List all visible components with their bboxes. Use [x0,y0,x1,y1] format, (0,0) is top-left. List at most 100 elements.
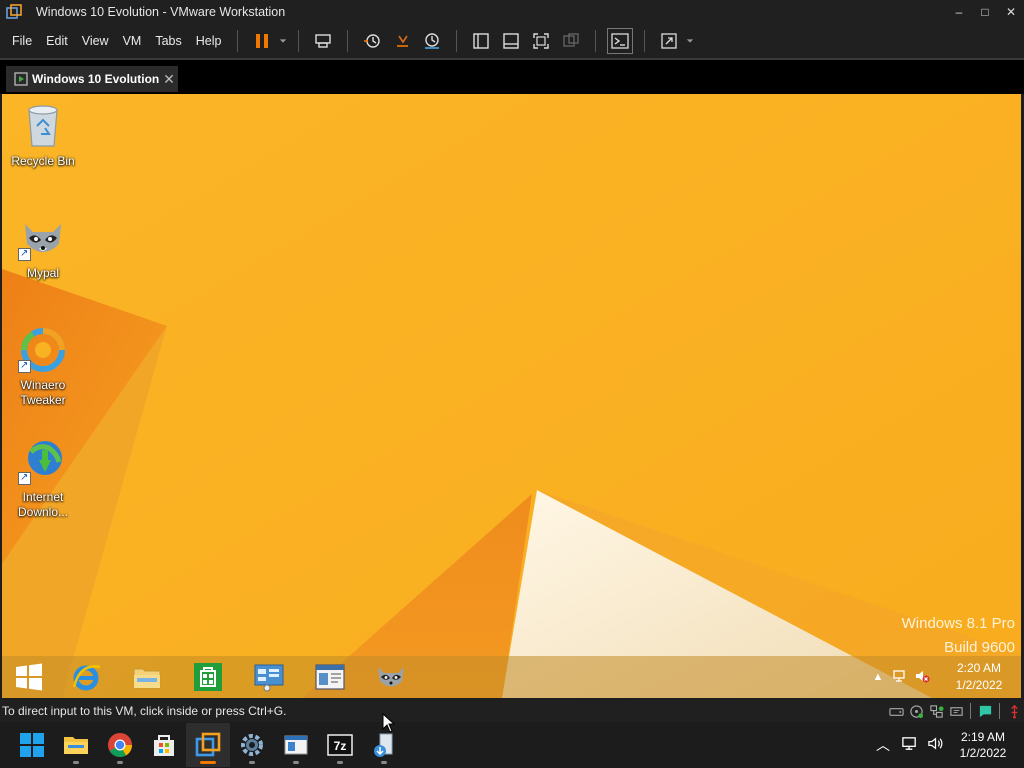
power-dropdown[interactable] [277,28,289,54]
menu-vm[interactable]: VM [116,24,149,58]
menu-help[interactable]: Help [189,24,229,58]
desktop-icon-label: Recycle Bin [11,154,75,168]
shortcut-arrow-icon [18,358,31,373]
take-snapshot-button[interactable] [359,28,385,54]
windows-start-icon [16,663,42,691]
unity-button[interactable] [558,28,584,54]
menu-view[interactable]: View [75,24,116,58]
guest-taskbar-window-app[interactable] [305,657,355,697]
tab-close-button[interactable]: ✕ [160,71,178,88]
status-message: To direct input to this VM, click inside… [2,704,287,718]
tab-windows-10-evolution[interactable]: Windows 10 Evolution ✕ [6,66,178,92]
guest-taskbar-file-explorer[interactable] [122,657,172,697]
menu-tabs[interactable]: Tabs [148,24,188,58]
watermark-edition: Windows 8.1 Pro [901,615,1015,632]
guest-network-icon[interactable] [889,668,911,687]
guest-taskbar-mypal[interactable] [366,657,416,697]
file-explorer-icon [64,737,88,754]
desktop-icon-recycle-bin[interactable]: Recycle Bin [4,102,82,169]
cd-dvd-status[interactable] [906,702,926,720]
store-icon [154,735,174,756]
cd-dvd-icon [909,704,923,718]
guest-tray-overflow-button[interactable]: ▲ [867,671,889,683]
pause-button[interactable] [249,28,275,54]
host-taskbar-window-app[interactable] [274,723,318,767]
menu-toolbar: File Edit View VM Tabs Help [0,24,1024,58]
guest-volume-muted-icon[interactable] [911,668,933,687]
running-indicator [73,761,79,764]
running-indicator [249,761,255,764]
speaker-icon [927,737,942,750]
window-titlebar[interactable]: Windows 10 Evolution - VMware Workstatio… [0,0,1024,24]
status-separator [970,703,971,719]
host-taskbar-7zip[interactable]: 7z [318,723,362,767]
guest-clock-date: 1/2/2022 [955,678,1003,692]
vmware-screen: Windows 10 Evolution - VMware Workstatio… [0,0,1024,768]
minimize-button[interactable]: – [946,0,972,24]
vm-guest-screen[interactable]: Recycle Bin Mypal Winaero Tweaker [2,94,1021,698]
message-log-status[interactable] [975,702,995,720]
desktop-icon-mypal[interactable]: Mypal [4,214,82,281]
guest-taskbar-control-panel[interactable] [244,657,294,697]
close-button[interactable]: ✕ [998,0,1024,24]
host-taskbar-store[interactable] [142,723,186,767]
host-taskbar-vmware-workstation[interactable] [186,723,230,767]
maximize-button[interactable]: □ [972,0,998,24]
thumbnail-bar-button[interactable] [498,28,524,54]
snapshot-icon [364,34,381,48]
hard-disk-status[interactable] [886,702,906,720]
windows-11-start-icon [20,733,44,757]
internet-explorer-icon [72,665,101,691]
shortcut-arrow-icon [18,246,31,261]
send-ctrl-alt-del-button[interactable] [310,28,336,54]
mouse-pointer-icon [382,713,396,733]
chevron-down-icon [687,39,694,43]
host-clock[interactable]: 2:19 AM 1/2/2022 [948,729,1018,761]
host-taskbar-chrome[interactable] [98,723,142,767]
network-adapter-icon [929,704,944,718]
unity-icon [563,33,580,47]
sound-card-status[interactable] [946,702,966,720]
menu-file[interactable]: File [5,24,39,58]
console-view-icon [611,33,630,49]
menu-edit[interactable]: Edit [39,24,75,58]
guest-taskbar-internet-explorer[interactable] [61,657,111,697]
guest-start-button[interactable] [8,657,50,697]
toolbar-separator [237,30,239,52]
console-view-button[interactable] [607,28,634,54]
guest-system-tray: ▲ 2:20 AM 1/2/2022 [867,656,1021,698]
tab-label: Windows 10 Evolution [32,72,160,86]
network-icon [893,669,905,682]
host-taskbar-file-explorer[interactable] [54,723,98,767]
7zip-icon: 7z [327,734,353,756]
library-view-icon [473,33,490,49]
guest-clock-time: 2:20 AM [956,661,1002,675]
desktop-icon-internet-download-manager[interactable]: Internet Downlo... [4,438,82,520]
usb-icon [1010,704,1018,719]
guest-taskbar-store[interactable] [183,657,233,697]
library-view-button[interactable] [468,28,494,54]
usb-device-status[interactable] [1004,702,1024,720]
host-volume-icon[interactable] [922,735,948,755]
host-network-icon[interactable] [896,735,922,755]
revert-snapshot-button[interactable] [389,28,415,54]
sound-card-icon [949,706,963,716]
hard-disk-icon [888,707,904,716]
network-icon [901,737,916,750]
stretch-dropdown[interactable] [684,28,696,54]
vmware-status-bar: To direct input to this VM, click inside… [0,700,1024,722]
active-indicator [200,761,216,764]
guest-clock[interactable]: 2:20 AM 1/2/2022 [937,660,1021,694]
network-adapter-status[interactable] [926,702,946,720]
svg-text:7z: 7z [334,739,347,753]
host-tray-overflow-button[interactable]: ︿ [870,735,896,755]
host-system-tray: ︿ 2:19 AM 1/2/2022 [870,722,1024,768]
desktop-wallpaper [2,94,1021,698]
host-taskbar-settings[interactable] [230,723,274,767]
snapshot-manager-button[interactable] [419,28,445,54]
desktop-icon-winaero-tweaker[interactable]: Winaero Tweaker [4,326,82,408]
stretch-guest-button[interactable] [656,28,682,54]
host-start-button[interactable] [10,723,54,767]
vm-tab-strip: Windows 10 Evolution ✕ [0,58,1024,94]
full-screen-button[interactable] [528,28,554,54]
